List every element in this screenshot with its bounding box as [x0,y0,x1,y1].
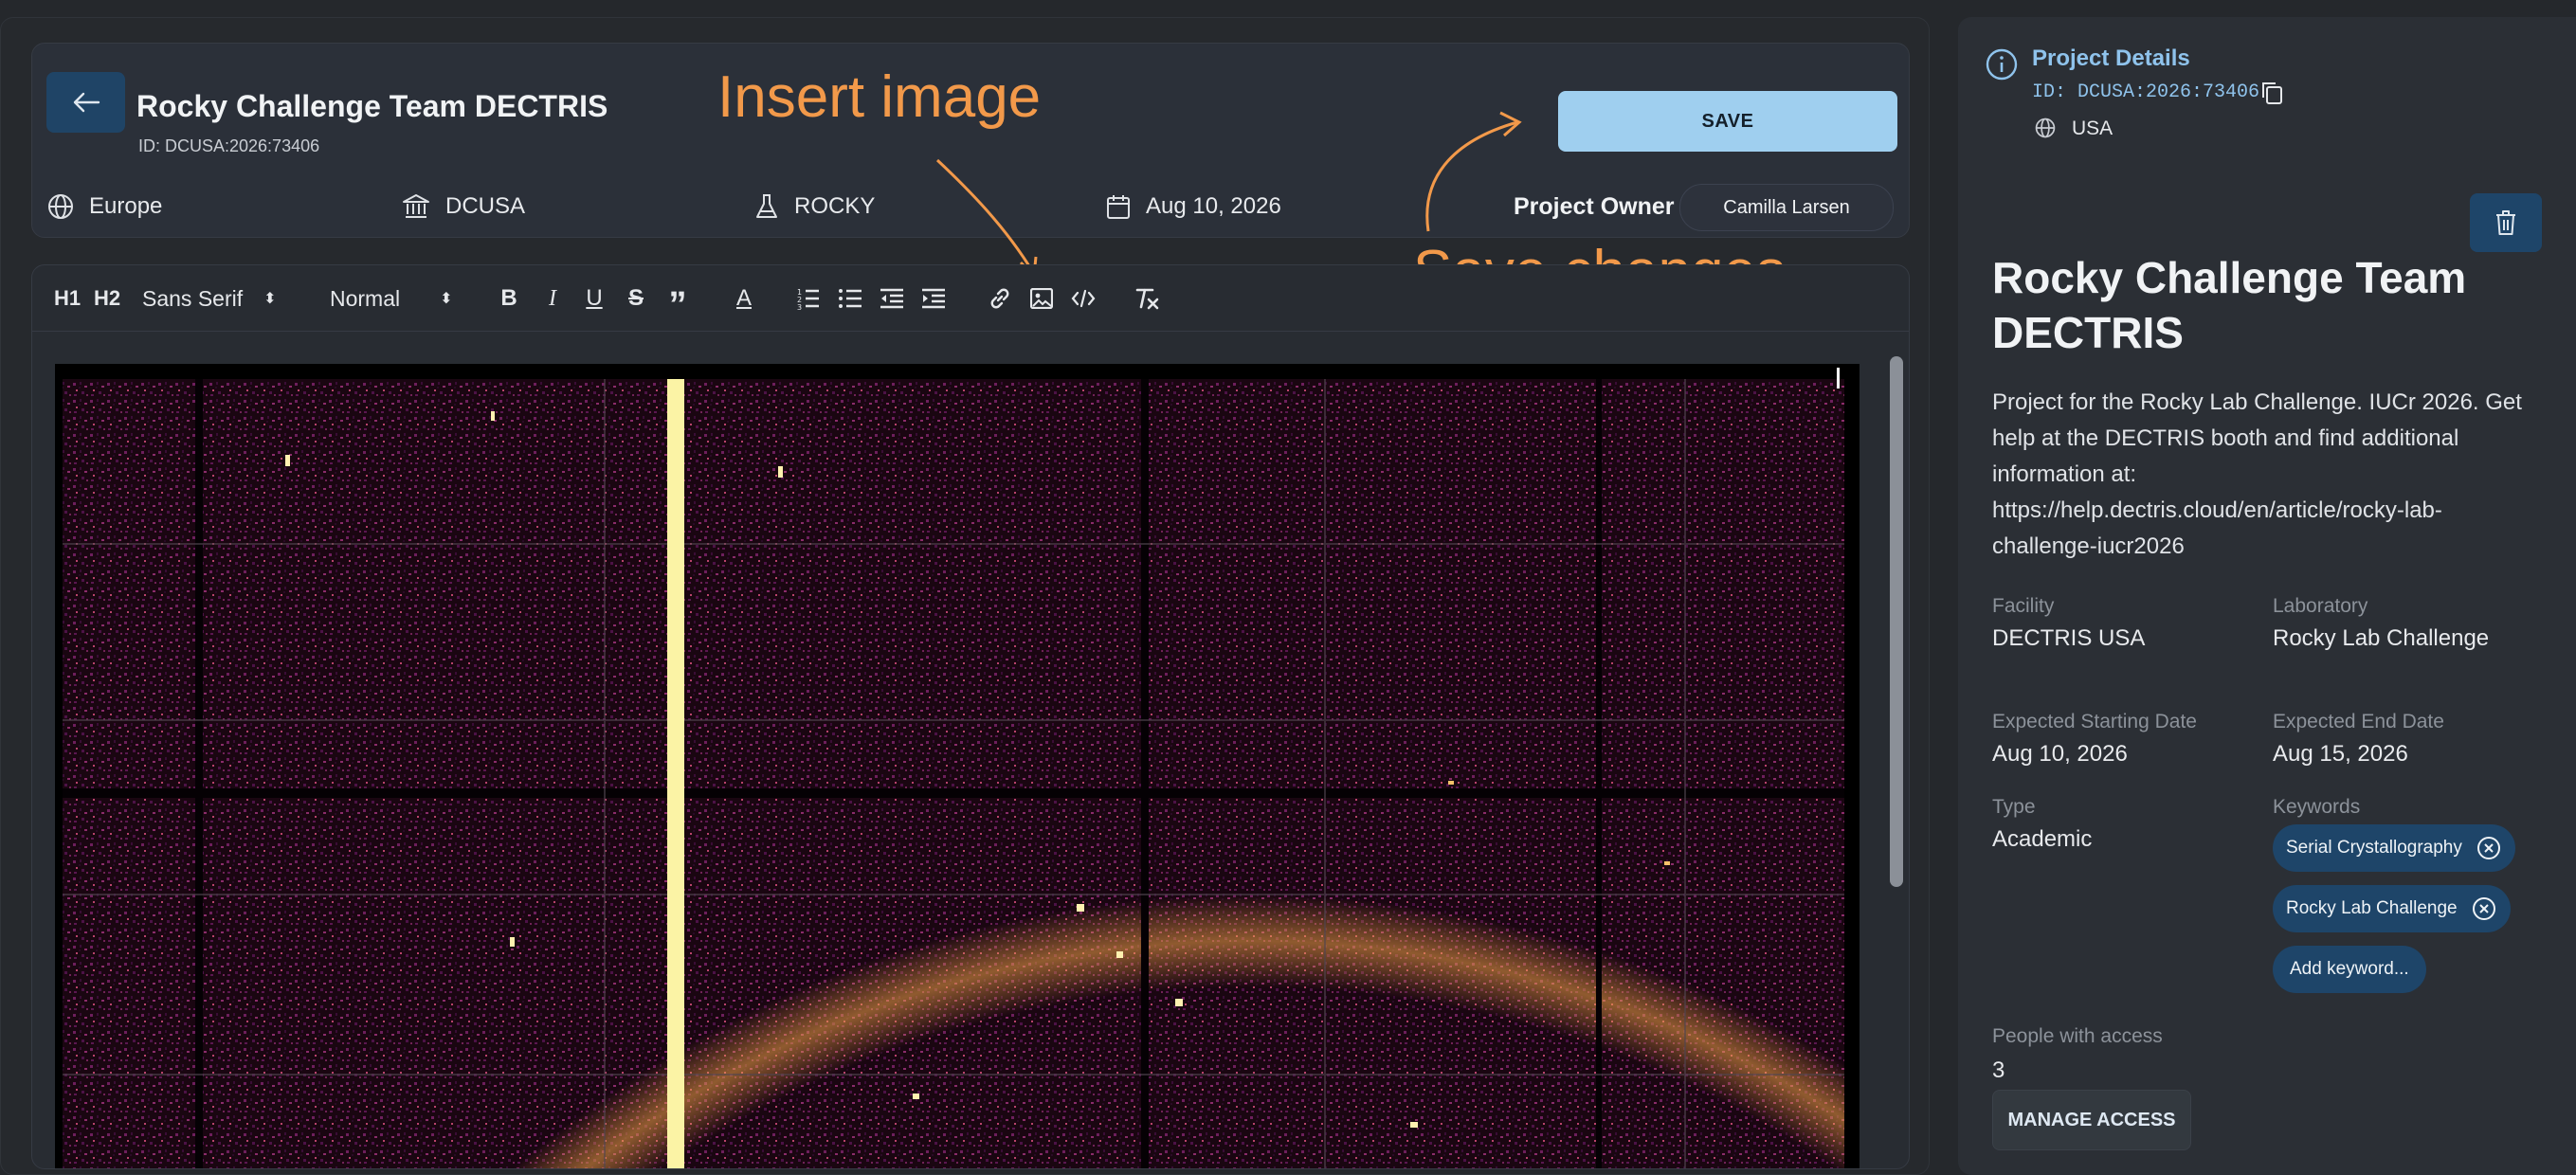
clear-format-icon [1135,288,1159,310]
calendar-icon [1107,195,1130,219]
laboratory-value: Rocky Lab Challenge [2273,625,2490,651]
clear-format-button[interactable] [1132,282,1164,315]
arrow-left-icon [73,92,100,113]
keyword-chip: Rocky Lab Challenge [2273,885,2511,932]
editor-scrollbar[interactable] [1890,356,1903,887]
h2-button[interactable]: H2 [91,282,123,315]
manage-access-button[interactable]: MANAGE ACCESS [1992,1090,2191,1150]
text-color-button[interactable]: A [728,282,760,315]
lab-value: ROCKY [794,193,876,219]
annotation-arrow-save [1425,111,1522,232]
svg-text:3: 3 [797,303,802,310]
editor-toolbar: H1 H2 Sans Serif ⬍ Normal ⬍ B I U S ” A … [32,265,1909,332]
indent-button[interactable] [917,282,950,315]
save-button[interactable]: SAVE [1558,91,1897,152]
italic-button[interactable]: I [536,282,569,315]
image-icon [1030,288,1053,309]
remove-keyword-icon[interactable] [2476,835,2502,861]
facility-label: Facility [1992,595,2055,617]
globe-icon [48,194,73,219]
sort-arrows-icon: ⬍ [263,291,277,307]
indent-icon [922,288,945,309]
facility-field: DCUSA [402,193,525,220]
link-icon [990,288,1009,309]
add-keyword-button[interactable]: Add keyword... [2273,946,2426,993]
size-select[interactable]: Normal ⬍ [330,282,463,315]
copy-icon[interactable] [2259,80,2284,106]
facility-value: DECTRIS USA [1992,625,2146,651]
owner-label: Project Owner [1514,193,1675,220]
insert-image-annotation: Insert image [717,64,1042,130]
region-field: Europe [47,193,162,220]
sort-arrows-icon: ⬍ [440,291,453,307]
details-id: ID: DCUSA:2026:73406 [2032,81,2260,103]
diffraction-pattern-graphic [63,368,1844,1168]
laboratory-label: Laboratory [2273,595,2368,617]
details-heading: Project Details [2032,45,2190,71]
outdent-button[interactable] [876,282,908,315]
h1-button[interactable]: H1 [51,282,83,315]
keyword-chip: Serial Crystallography [2273,824,2515,872]
details-country: USA [2072,118,2113,139]
code-icon [1071,289,1096,308]
rich-text-editor: H1 H2 Sans Serif ⬍ Normal ⬍ B I U S ” A … [31,264,1910,1169]
facility-value: DCUSA [445,193,526,219]
owner-select[interactable]: Camilla Larsen [1679,184,1894,231]
start-date-value: Aug 10, 2026 [1992,741,2128,767]
end-date-value: Aug 15, 2026 [2273,741,2408,767]
code-block-button[interactable] [1067,282,1099,315]
project-id: ID: DCUSA:2026:73406 [138,136,320,155]
ordered-list-button[interactable]: 123 [792,282,825,315]
keywords-label: Keywords [2273,796,2361,818]
project-editor-panel: Rocky Challenge Team DECTRIS ID: DCUSA:2… [0,17,1930,1175]
delete-button[interactable] [2470,193,2542,252]
font-select[interactable]: Sans Serif ⬍ [142,282,294,315]
strikethrough-button[interactable]: S [620,282,652,315]
details-title: Rocky Challenge Team DECTRIS [1992,253,2467,357]
remove-keyword-icon[interactable] [2471,895,2497,922]
globe-icon [2035,118,2056,138]
project-details-panel: Project Details ID: DCUSA:2026:73406 USA… [1958,17,2576,1175]
bold-button[interactable]: B [493,282,525,315]
ordered-list-icon: 123 [797,288,819,310]
date-field: Aug 10, 2026 [1106,193,1281,220]
start-date-label: Expected Starting Date [1992,711,2197,732]
bullet-list-button[interactable] [834,282,866,315]
region-value: Europe [89,193,163,219]
type-label: Type [1992,796,2036,818]
type-value: Academic [1992,826,2093,852]
link-button[interactable] [984,282,1016,315]
trash-icon [2496,210,2515,235]
people-value: 3 [1992,1058,2005,1083]
flask-icon [756,194,777,218]
project-title: Rocky Challenge Team DECTRIS [136,89,608,123]
blockquote-button[interactable]: ” [662,282,694,325]
outdent-icon [880,288,903,309]
people-label: People with access [1992,1025,2163,1047]
underline-button[interactable]: U [578,282,610,315]
date-value: Aug 10, 2026 [1146,193,1281,219]
info-icon [1986,48,2018,81]
institution-icon [403,194,429,218]
bullet-list-icon [839,289,862,308]
diffraction-image [55,364,1859,1168]
details-description: Project for the Rocky Lab Challenge. IUC… [1992,389,2522,559]
end-date-label: Expected End Date [2273,711,2444,732]
back-button[interactable] [46,72,125,133]
insert-image-button[interactable] [1025,282,1058,315]
lab-field: ROCKY [754,193,875,220]
